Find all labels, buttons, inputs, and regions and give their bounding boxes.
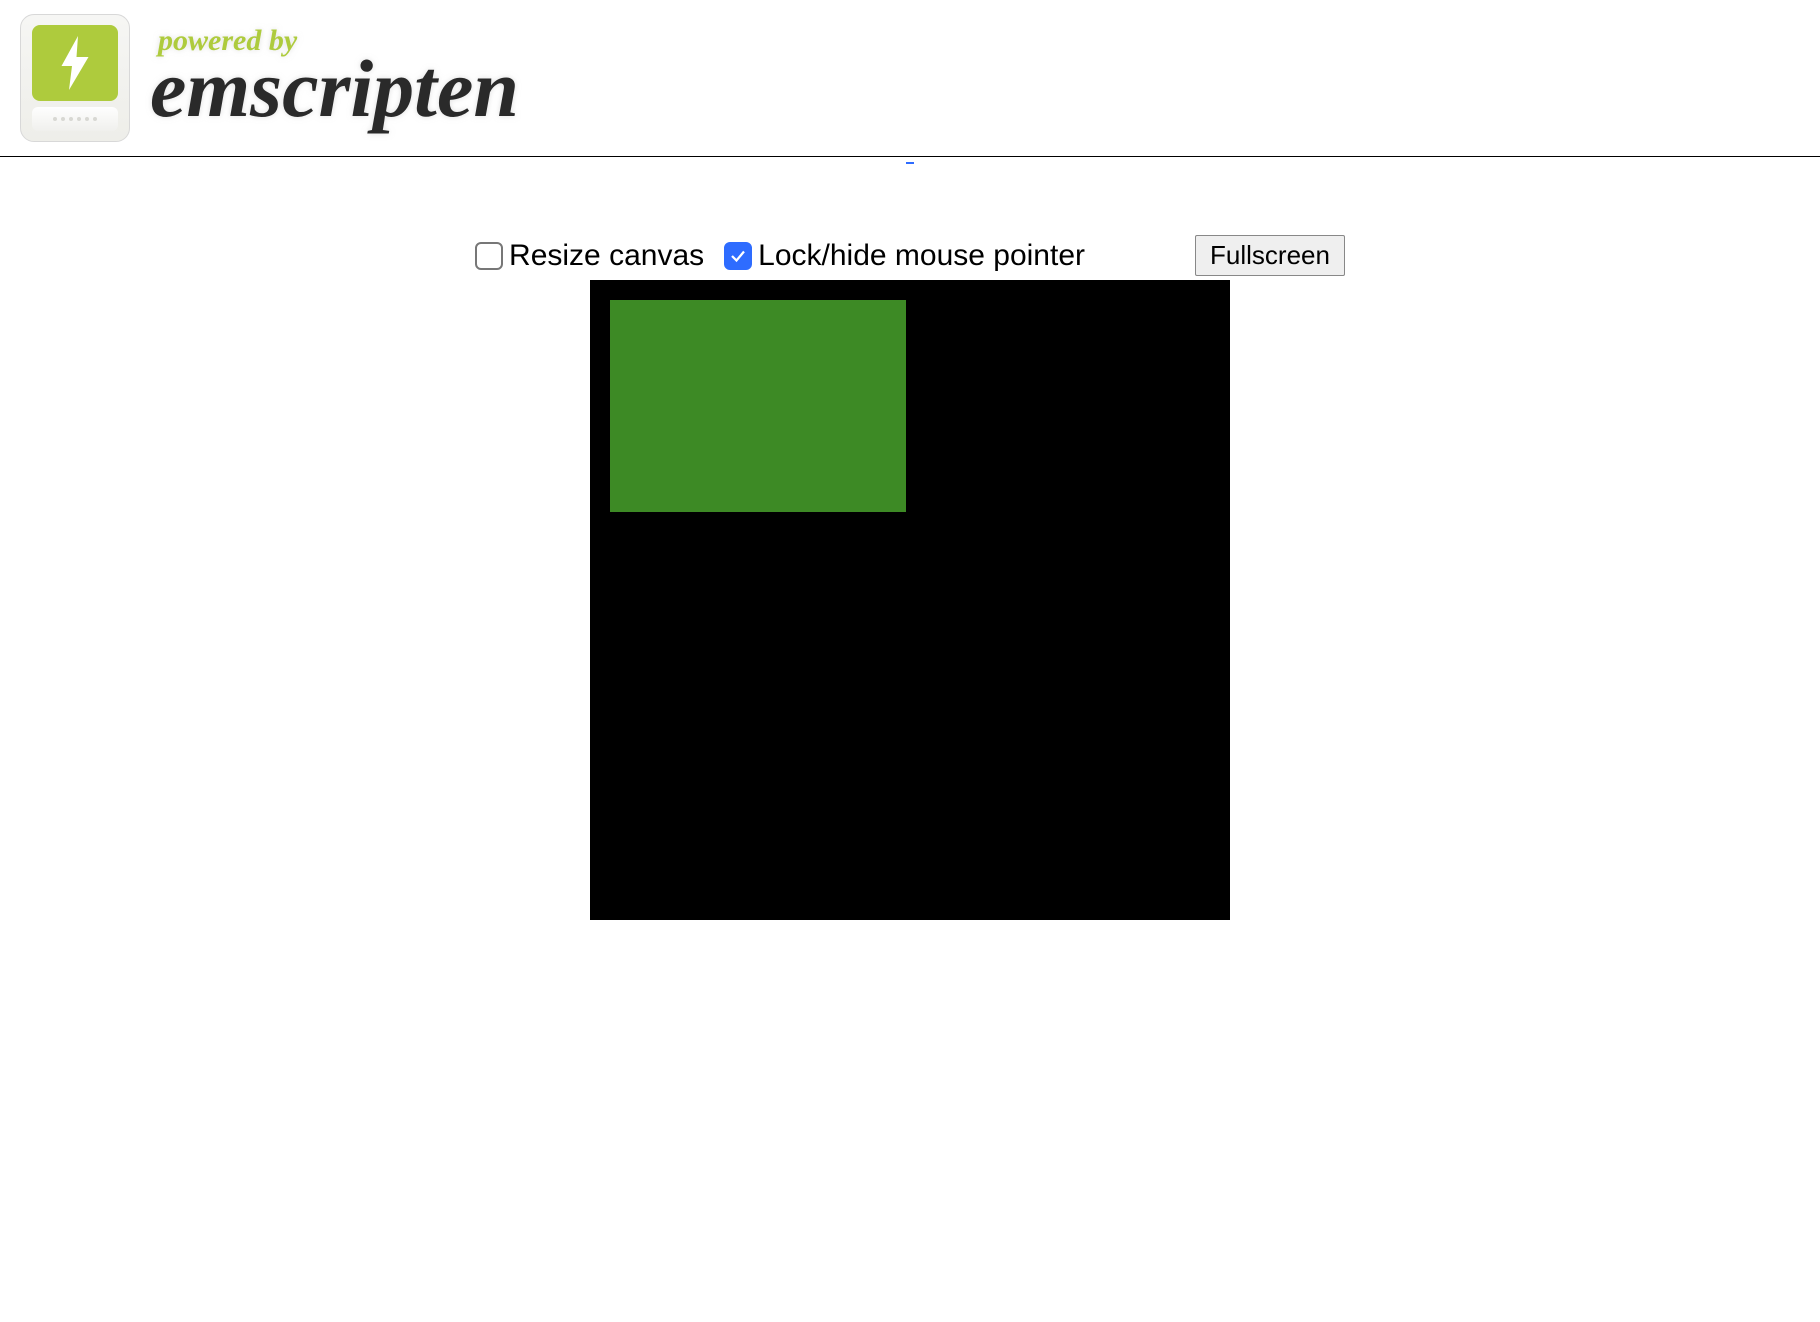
game-sprite-rect (610, 300, 906, 512)
logo-keyboard-strip (32, 107, 118, 131)
emscripten-logo-icon (20, 14, 130, 142)
resize-canvas-label: Resize canvas (509, 239, 704, 273)
lock-pointer-checkbox[interactable] (724, 242, 752, 270)
controls-row: Resize canvas Lock/hide mouse pointer Fu… (0, 175, 1820, 280)
logo-bolt-tile (32, 25, 118, 101)
main-area: Resize canvas Lock/hide mouse pointer Fu… (0, 175, 1820, 935)
check-icon (729, 247, 747, 265)
resize-canvas-checkbox[interactable] (475, 242, 503, 270)
brand-text: emscripten (150, 43, 519, 134)
wordmark: powered by emscripten (150, 10, 570, 146)
header: powered by emscripten (0, 0, 1820, 156)
resize-canvas-control[interactable]: Resize canvas (475, 239, 704, 273)
lock-pointer-label: Lock/hide mouse pointer (758, 239, 1085, 273)
lightning-bolt-icon (57, 35, 93, 91)
progress-indicator (0, 151, 1820, 169)
lock-pointer-control[interactable]: Lock/hide mouse pointer (724, 239, 1085, 273)
canvas[interactable] (590, 280, 1230, 920)
emscripten-wordmark-icon: powered by emscripten (150, 16, 570, 146)
fullscreen-button[interactable]: Fullscreen (1195, 235, 1345, 276)
